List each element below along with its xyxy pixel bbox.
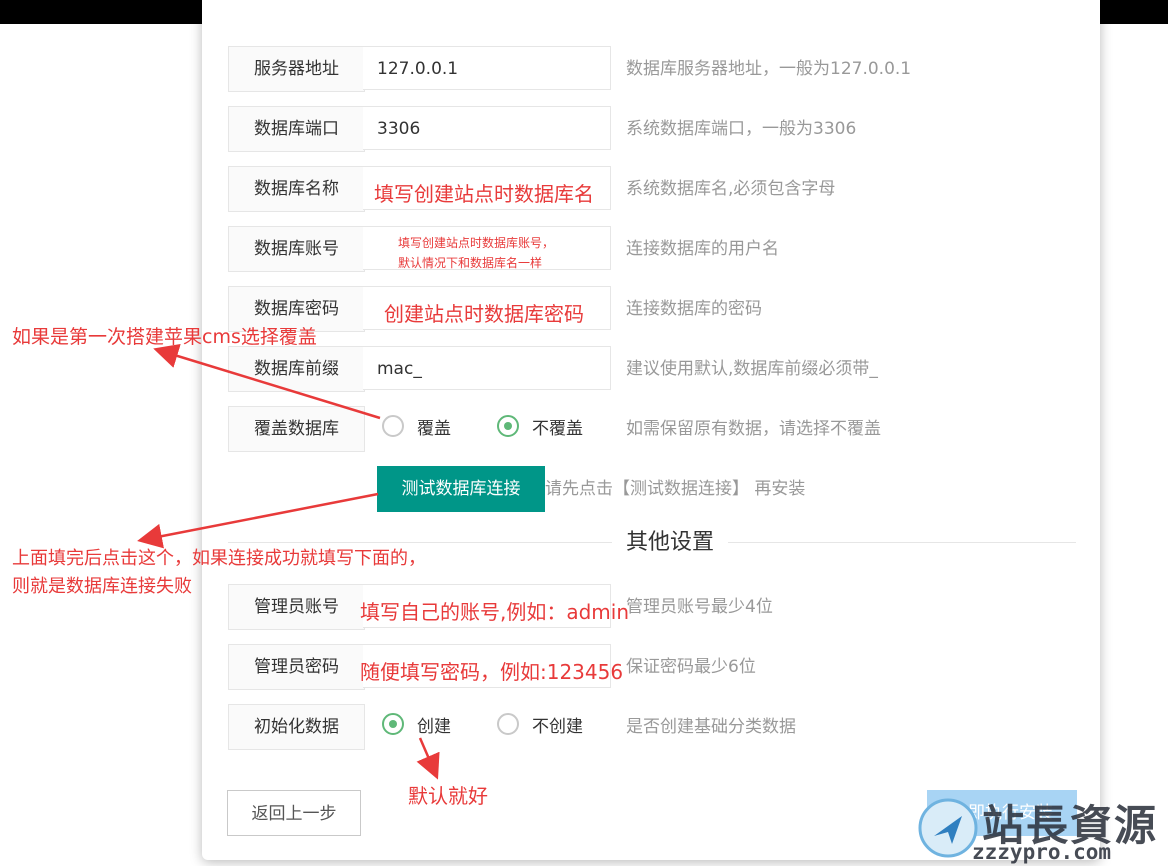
- no-cover-radio[interactable]: [497, 415, 519, 437]
- annotation-db-password: 创建站点时数据库密码: [384, 302, 584, 326]
- annotation-admin-password: 随便填写密码，例如:123456: [360, 660, 624, 684]
- db-prefix-hint: 建议使用默认,数据库前缀必须带_: [626, 359, 878, 379]
- no-cover-option-label[interactable]: 不覆盖: [532, 406, 583, 452]
- cover-radio[interactable]: [382, 415, 404, 437]
- no-create-option-label[interactable]: 不创建: [532, 704, 583, 750]
- create-radio[interactable]: [382, 713, 404, 735]
- admin-password-hint: 保证密码最少6位: [626, 657, 756, 677]
- admin-account-label: 管理员账号: [228, 584, 365, 630]
- watermark: 站長資源 zzzypro.com: [912, 790, 1168, 866]
- annotation-init-note: 默认就好: [408, 784, 488, 808]
- cover-option-label[interactable]: 覆盖: [417, 406, 451, 452]
- db-port-input[interactable]: 3306: [363, 106, 611, 150]
- server-address-input[interactable]: 127.0.0.1: [363, 46, 611, 90]
- admin-account-hint: 管理员账号最少4位: [626, 597, 773, 617]
- init-data-label: 初始化数据: [228, 704, 365, 750]
- annotation-admin-account: 填写自己的账号,例如：admin: [360, 600, 630, 624]
- watermark-url: zzzypro.com: [972, 840, 1112, 864]
- annotation-test-note-line1: 上面填完后点击这个，如果连接成功就填写下面的，: [12, 548, 426, 569]
- watermark-logo-icon: [918, 798, 978, 858]
- db-name-hint: 系统数据库名,必须包含字母: [626, 179, 836, 199]
- test-connection-button[interactable]: 测试数据库连接: [377, 466, 545, 512]
- annotation-db-user-line2: 默认情况下和数据库名一样: [398, 256, 543, 270]
- cover-db-label: 覆盖数据库: [228, 406, 365, 452]
- annotation-db-name: 填写创建站点时数据库名: [374, 182, 594, 206]
- annotation-db-user-line1: 填写创建站点时数据库账号，: [398, 236, 555, 250]
- admin-password-label: 管理员密码: [228, 644, 365, 690]
- db-name-label: 数据库名称: [228, 166, 365, 212]
- create-option-label[interactable]: 创建: [417, 704, 451, 750]
- db-user-hint: 连接数据库的用户名: [626, 239, 779, 259]
- db-password-hint: 连接数据库的密码: [626, 299, 762, 319]
- annotation-test-note-line2: 则就是数据库连接失败: [12, 576, 192, 597]
- back-button[interactable]: 返回上一步: [227, 790, 361, 836]
- other-settings-title: 其他设置: [612, 526, 729, 560]
- row-cover-db: 覆盖数据库 覆盖 不覆盖 如需保留原有数据，请选择不覆盖: [228, 406, 1076, 452]
- annotation-cover-note: 如果是第一次搭建苹果cms选择覆盖: [12, 326, 317, 348]
- db-port-label: 数据库端口: [228, 106, 365, 152]
- test-connection-hint: 请先点击【测试数据连接】 再安装: [545, 479, 806, 499]
- no-create-radio[interactable]: [497, 713, 519, 735]
- db-prefix-label: 数据库前缀: [228, 346, 365, 392]
- row-init-data: 初始化数据 创建 不创建 是否创建基础分类数据: [228, 704, 1076, 750]
- db-prefix-input[interactable]: mac_: [363, 346, 611, 390]
- db-port-hint: 系统数据库端口，一般为3306: [626, 119, 857, 139]
- init-data-hint: 是否创建基础分类数据: [626, 717, 796, 737]
- server-address-hint: 数据库服务器地址，一般为127.0.0.1: [626, 59, 912, 79]
- db-user-label: 数据库账号: [228, 226, 365, 272]
- cover-db-hint: 如需保留原有数据，请选择不覆盖: [626, 419, 881, 439]
- server-address-label: 服务器地址: [228, 46, 365, 92]
